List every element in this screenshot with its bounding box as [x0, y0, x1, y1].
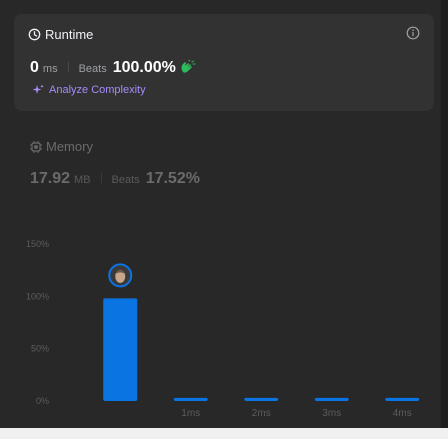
- user-avatar-marker[interactable]: [108, 263, 133, 288]
- runtime-card[interactable]: Runtime 0 ms Beats 100.00% Analyze Compl…: [14, 14, 434, 111]
- memory-chip-icon: [30, 140, 42, 153]
- memory-beats-value: 17.52%: [145, 170, 200, 187]
- x-tick-label: 1ms: [181, 408, 200, 419]
- memory-metric: 17.92 MB Beats 17.52%: [30, 170, 200, 188]
- memory-value: 17.92: [30, 170, 71, 187]
- y-tick-label: 150%: [26, 239, 49, 249]
- chart-bar[interactable]: [314, 397, 349, 401]
- chart-bar[interactable]: [385, 397, 420, 401]
- memory-beats-label: Beats: [111, 174, 140, 186]
- runtime-metric: 0 ms Beats 100.00%: [30, 58, 196, 77]
- chart-bar[interactable]: [103, 298, 138, 401]
- runtime-distribution-chart: 0% 50% 100% 150% 1ms 2ms 3ms 4ms: [26, 239, 420, 419]
- runtime-beats-label: Beats: [78, 63, 107, 75]
- clock-icon: [28, 28, 41, 41]
- scrollbar-track[interactable]: [441, 0, 448, 428]
- y-tick-label: 50%: [31, 344, 49, 354]
- chart-bar[interactable]: [244, 397, 279, 401]
- runtime-unit: ms: [42, 63, 58, 75]
- memory-unit: MB: [74, 174, 91, 186]
- x-tick-label: 4ms: [393, 408, 412, 419]
- clapping-hands-icon: [181, 60, 196, 73]
- runtime-beats-value: 100.00%: [112, 59, 176, 76]
- x-tick-label: 2ms: [252, 408, 271, 419]
- bottom-edge: [0, 428, 448, 439]
- analyze-complexity-button[interactable]: Analyze Complexity: [32, 84, 146, 96]
- x-tick-label: 3ms: [322, 408, 341, 419]
- memory-title: Memory: [46, 139, 93, 154]
- analyze-complexity-label: Analyze Complexity: [49, 84, 146, 96]
- info-icon[interactable]: [406, 26, 420, 40]
- runtime-title: Runtime: [45, 27, 94, 42]
- y-tick-label: 0%: [36, 396, 49, 406]
- y-tick-label: 100%: [26, 291, 49, 301]
- runtime-header: Runtime: [28, 27, 93, 42]
- divider: [100, 173, 102, 183]
- runtime-value: 0: [30, 59, 39, 76]
- memory-header[interactable]: Memory: [30, 139, 93, 154]
- sparkle-icon: [32, 84, 44, 94]
- divider: [67, 62, 69, 72]
- chart-bar[interactable]: [173, 397, 208, 401]
